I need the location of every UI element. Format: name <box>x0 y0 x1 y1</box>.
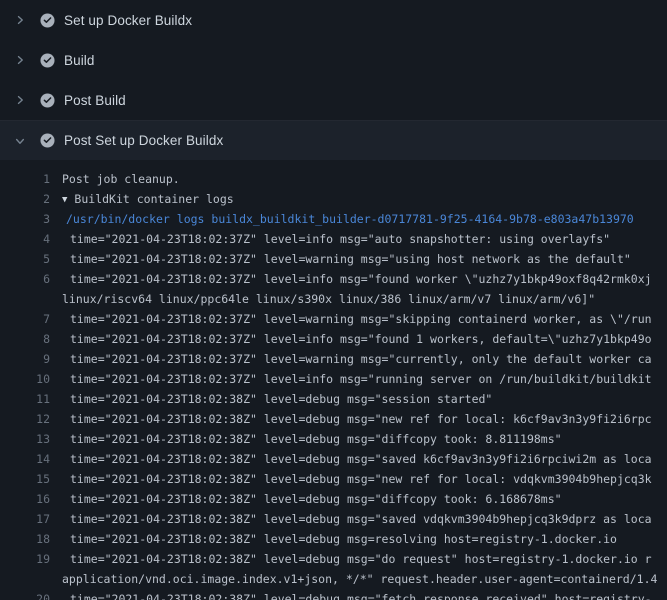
log-line: 10time="2021-04-23T18:02:37Z" level=info… <box>0 369 667 389</box>
log-text: time="2021-04-23T18:02:38Z" level=debug … <box>62 589 667 600</box>
log-line: 16time="2021-04-23T18:02:38Z" level=debu… <box>0 489 667 509</box>
log-text: time="2021-04-23T18:02:38Z" level=debug … <box>62 389 667 409</box>
line-number[interactable]: 4 <box>0 229 62 249</box>
step-row-set-up-docker-buildx[interactable]: Set up Docker Buildx <box>0 0 667 40</box>
log-line: 14time="2021-04-23T18:02:38Z" level=debu… <box>0 449 667 469</box>
line-number[interactable]: 19 <box>0 549 62 569</box>
log-line: application/vnd.oci.image.index.v1+json,… <box>0 569 667 589</box>
check-circle-icon <box>40 13 55 28</box>
step-label: Set up Docker Buildx <box>64 13 192 28</box>
line-number[interactable]: 11 <box>0 389 62 409</box>
check-circle-icon <box>40 93 55 108</box>
log-text: time="2021-04-23T18:02:37Z" level=warnin… <box>62 249 667 269</box>
log-line: 15time="2021-04-23T18:02:38Z" level=debu… <box>0 469 667 489</box>
log-group-caret-icon[interactable]: ▼ <box>62 190 67 209</box>
line-number[interactable]: 10 <box>0 369 62 389</box>
log-line: 3/usr/bin/docker logs buildx_buildkit_bu… <box>0 209 667 229</box>
log-line: 17time="2021-04-23T18:02:38Z" level=debu… <box>0 509 667 529</box>
line-number[interactable]: 5 <box>0 249 62 269</box>
check-circle-icon <box>40 133 55 148</box>
log-line: 18time="2021-04-23T18:02:38Z" level=debu… <box>0 529 667 549</box>
line-number[interactable]: 17 <box>0 509 62 529</box>
log-text: time="2021-04-23T18:02:38Z" level=debug … <box>62 449 667 469</box>
log-lines: 1Post job cleanup.2▼ BuildKit container l… <box>0 160 667 600</box>
step-row-build[interactable]: Build <box>0 40 667 80</box>
log-text: time="2021-04-23T18:02:37Z" level=info m… <box>62 369 667 389</box>
log-line: 8time="2021-04-23T18:02:37Z" level=info … <box>0 329 667 349</box>
log-line: 2▼ BuildKit container logs <box>0 189 667 209</box>
log-line: 11time="2021-04-23T18:02:38Z" level=debu… <box>0 389 667 409</box>
log-text: ▼ BuildKit container logs <box>62 189 667 209</box>
actions-log-viewer: Set up Docker Buildx Build Post Build Post … <box>0 0 667 600</box>
log-text: time="2021-04-23T18:02:37Z" level=info m… <box>62 329 667 349</box>
log-text: time="2021-04-23T18:02:38Z" level=debug … <box>62 509 667 529</box>
line-number[interactable]: 12 <box>0 409 62 429</box>
log-text: time="2021-04-23T18:02:38Z" level=debug … <box>62 429 667 449</box>
chevron-down-icon <box>13 134 26 147</box>
chevron-right-icon <box>13 94 26 107</box>
log-text: time="2021-04-23T18:02:38Z" level=debug … <box>62 489 667 509</box>
line-number[interactable]: 8 <box>0 329 62 349</box>
line-number[interactable]: 15 <box>0 469 62 489</box>
log-line: 9time="2021-04-23T18:02:37Z" level=warni… <box>0 349 667 369</box>
log-line: 12time="2021-04-23T18:02:38Z" level=debu… <box>0 409 667 429</box>
line-number[interactable]: 6 <box>0 269 62 289</box>
log-line: 13time="2021-04-23T18:02:38Z" level=debu… <box>0 429 667 449</box>
chevron-right-icon <box>13 54 26 67</box>
line-number[interactable]: 3 <box>0 209 62 229</box>
line-number <box>0 569 62 589</box>
log-line: linux/riscv64 linux/ppc64le linux/s390x … <box>0 289 667 309</box>
line-number[interactable]: 18 <box>0 529 62 549</box>
log-text: application/vnd.oci.image.index.v1+json,… <box>62 569 667 589</box>
steps-list: Set up Docker Buildx Build Post Build Post … <box>0 0 667 160</box>
log-line: 19time="2021-04-23T18:02:38Z" level=debu… <box>0 549 667 569</box>
line-number[interactable]: 2 <box>0 189 62 209</box>
line-number[interactable]: 20 <box>0 589 62 600</box>
log-text: time="2021-04-23T18:02:37Z" level=info m… <box>62 269 667 289</box>
step-row-post-set-up-docker-buildx[interactable]: Post Set up Docker Buildx <box>0 120 667 160</box>
log-line: 4time="2021-04-23T18:02:37Z" level=info … <box>0 229 667 249</box>
log-text: time="2021-04-23T18:02:38Z" level=debug … <box>62 409 667 429</box>
log-text: time="2021-04-23T18:02:37Z" level=warnin… <box>62 309 667 329</box>
line-number[interactable]: 13 <box>0 429 62 449</box>
log-line: 20time="2021-04-23T18:02:38Z" level=debu… <box>0 589 667 600</box>
chevron-right-icon <box>13 14 26 27</box>
step-label: Build <box>64 53 95 68</box>
check-circle-icon <box>40 53 55 68</box>
line-number[interactable]: 7 <box>0 309 62 329</box>
log-text: time="2021-04-23T18:02:38Z" level=debug … <box>62 469 667 489</box>
log-text: time="2021-04-23T18:02:37Z" level=info m… <box>62 229 667 249</box>
log-command-text[interactable]: /usr/bin/docker logs buildx_buildkit_bui… <box>62 209 667 229</box>
line-number[interactable]: 9 <box>0 349 62 369</box>
line-number[interactable]: 1 <box>0 169 62 189</box>
log-line: 1Post job cleanup. <box>0 169 667 189</box>
log-line: 7time="2021-04-23T18:02:37Z" level=warni… <box>0 309 667 329</box>
step-label: Post Build <box>64 93 126 108</box>
log-line: 5time="2021-04-23T18:02:37Z" level=warni… <box>0 249 667 269</box>
line-number[interactable]: 14 <box>0 449 62 469</box>
line-number[interactable]: 16 <box>0 489 62 509</box>
log-text: time="2021-04-23T18:02:38Z" level=debug … <box>62 529 667 549</box>
log-line: 6time="2021-04-23T18:02:37Z" level=info … <box>0 269 667 289</box>
log-text: time="2021-04-23T18:02:38Z" level=debug … <box>62 549 667 569</box>
step-row-post-build[interactable]: Post Build <box>0 80 667 120</box>
step-label: Post Set up Docker Buildx <box>64 133 223 148</box>
line-number <box>0 289 62 309</box>
log-text: time="2021-04-23T18:02:37Z" level=warnin… <box>62 349 667 369</box>
log-text: linux/riscv64 linux/ppc64le linux/s390x … <box>62 289 667 309</box>
log-text: Post job cleanup. <box>62 169 667 189</box>
log-group-label: BuildKit container logs <box>74 192 233 206</box>
